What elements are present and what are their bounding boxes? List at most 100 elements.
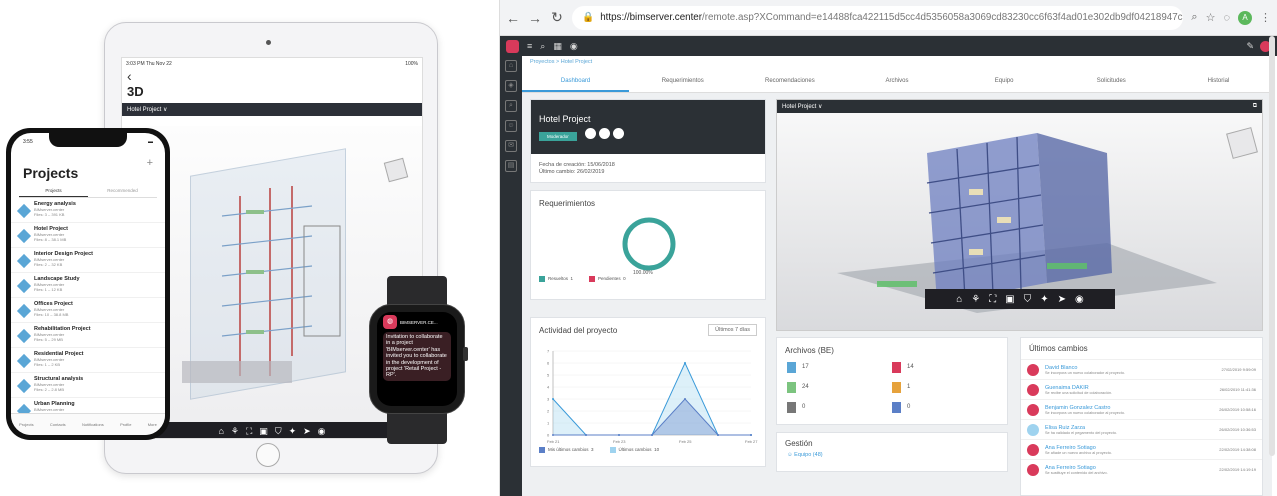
settings-icon[interactable] [613, 128, 625, 140]
extension-icon[interactable]: ◌ [1223, 12, 1230, 24]
file-type-ifc[interactable]: 17 [787, 357, 892, 377]
tab-recommended[interactable]: Recommended [88, 185, 157, 197]
tab-archivos[interactable]: Archivos [843, 69, 950, 92]
play-icon[interactable]: ◉ [1075, 294, 1084, 305]
list-item[interactable]: Interior Design Project BIMserver.center F… [11, 248, 165, 273]
x-tick-label: Feb 23 [613, 439, 626, 444]
home-icon[interactable]: ⌂ [218, 426, 223, 436]
bimserver-logo-icon[interactable] [506, 39, 519, 53]
play-icon[interactable]: ◉ [318, 426, 326, 437]
change-item[interactable]: Ana Ferreiro Sotiago Se añade un nuevo ar… [1021, 439, 1262, 459]
viewer-project-selector[interactable]: Hotel Project ∨ [782, 103, 822, 110]
list-item[interactable]: Residential Project BIMserver.center Files… [11, 348, 165, 373]
list-item[interactable]: Rehabilitation Project BIMserver.center Fi… [11, 323, 165, 348]
swatch [589, 276, 596, 282]
list-item[interactable]: Energy analysis BIMserver.center Files: 3 … [11, 198, 165, 223]
list-item[interactable]: Structural analysis BIMserver.center Files… [11, 373, 165, 398]
watch-notification-text[interactable]: Invitation to collaborate in a project '… [383, 332, 451, 381]
layers-icon[interactable]: ▣ [1005, 294, 1014, 305]
compass-icon[interactable]: ✦ [1040, 294, 1048, 305]
tab-projects[interactable]: Projects [19, 185, 88, 197]
list-item[interactable]: Hotel Project BIMserver.center Files: 8 – … [11, 223, 165, 248]
forward-arrow-icon[interactable]: → [528, 10, 542, 26]
model-viewer[interactable]: Hotel Project ∨ ⧉ ⌂ ⚘ ⛶ ▣ ⛉ ✦ ➤ ◉ [776, 99, 1263, 331]
sidebar-home-icon[interactable]: ⌂ [505, 60, 517, 72]
nav-profile[interactable]: Profile [120, 422, 131, 427]
filter-icon[interactable]: ⛉ [275, 426, 282, 437]
star-icon[interactable]: ☆ [1206, 11, 1216, 24]
zoom-icon[interactable]: ⌕ [1191, 11, 1197, 24]
add-icon[interactable]: + [147, 157, 153, 169]
project-files: Files: 1 – 12 KB [34, 287, 63, 292]
file-type-dxf[interactable]: 0 [787, 397, 892, 417]
grid-icon[interactable]: ▦ [553, 41, 562, 52]
tab-equipo[interactable]: Equipo [951, 69, 1058, 92]
activity-legend: Mis últimos cambios 3 Últimos cambios 10 [531, 447, 765, 453]
tab-requerimientos[interactable]: Requerimientos [629, 69, 736, 92]
address-bar[interactable]: 🔒 https://bimserver.center/remote.asp?XC… [572, 5, 1184, 30]
project-dates: Fecha de creación: 15/06/2018 Último cam… [531, 154, 765, 184]
watch-crown[interactable] [463, 347, 468, 361]
change-item[interactable]: Ana Ferreiro Sotiago Se sustituye el cont… [1021, 459, 1262, 479]
nav-notifications[interactable]: Notifications [82, 422, 104, 427]
zoom-fit-icon[interactable]: ⛶ [989, 294, 996, 305]
tab-recomendaciones[interactable]: Recomendaciones [736, 69, 843, 92]
ipad-home-button[interactable] [256, 443, 280, 467]
sidebar-search-icon[interactable]: ⌕ [505, 100, 517, 112]
ipad-project-selector[interactable]: Hotel Project ∨ [122, 103, 422, 116]
range-select[interactable]: Últimos 7 días [708, 324, 757, 336]
swatch [539, 276, 545, 282]
tab-historial[interactable]: Historial [1165, 69, 1272, 92]
nav-projects[interactable]: Projects [19, 422, 33, 427]
walk-icon[interactable]: ⚘ [231, 426, 239, 437]
change-item[interactable]: Guenaima DAKIR Se recibe una solicitud de… [1021, 379, 1262, 399]
view-icon[interactable] [599, 128, 611, 140]
tab-solicitudes[interactable]: Solicitudes [1058, 69, 1165, 92]
change-item[interactable]: David Blanco Se incorpora un nuevo colabo… [1021, 359, 1262, 379]
layers-icon[interactable]: ▣ [259, 426, 268, 437]
sidebar-contacts-icon[interactable]: ☺ [505, 120, 517, 132]
zoom-fit-icon[interactable]: ⛶ [246, 426, 252, 437]
file-type-gltf[interactable]: 24 [787, 377, 892, 397]
cursor-icon[interactable]: ➤ [303, 426, 311, 437]
url-host: https://bimserver.center [600, 11, 703, 23]
nav-contacts[interactable]: Contacts [50, 422, 66, 427]
activity-card: Actividad del proyecto Últimos 7 días 01… [530, 317, 766, 467]
list-item[interactable]: Landscape Study BIMserver.center Files: 1 … [11, 273, 165, 298]
iphone-device: 3:55 ▬ + Projects Projects Recommended E… [6, 128, 170, 440]
search-icon[interactable]: ⌕ [540, 41, 545, 52]
iphone-tab-bar: Projects Contacts Notifications Profile … [11, 413, 165, 435]
compass-icon[interactable]: ✦ [289, 426, 297, 437]
walk-icon[interactable]: ⚘ [971, 294, 980, 305]
y-tick-label: 2 [547, 409, 550, 414]
sidebar-projects-icon[interactable]: ◈ [505, 80, 517, 92]
reload-icon[interactable]: ↻ [550, 9, 564, 26]
change-item[interactable]: Elisa Ruiz Zarza Se ha validado el pegame… [1021, 419, 1262, 439]
change-item[interactable]: Benjamin Gonzalez Castro Se incorpora un … [1021, 399, 1262, 419]
tab-dashboard[interactable]: Dashboard [522, 69, 630, 92]
back-icon[interactable]: ‹ [122, 69, 422, 83]
file-type-pdf[interactable]: 14 [892, 357, 997, 377]
home-icon[interactable]: ⌂ [956, 294, 962, 305]
filter-icon[interactable]: ⛉ [1024, 294, 1032, 305]
sidebar-messages-icon[interactable]: ✉ [505, 140, 517, 152]
back-arrow-icon[interactable]: ← [506, 10, 520, 26]
cursor-icon[interactable]: ➤ [1058, 294, 1066, 305]
share-icon[interactable] [585, 128, 597, 140]
avatar [1027, 423, 1039, 436]
breadcrumb[interactable]: Proyectos > Hotel Project [522, 56, 1272, 69]
file-type-other[interactable]: 0 [892, 397, 997, 417]
page-scrollbar[interactable] [1269, 36, 1275, 456]
profile-avatar[interactable]: A [1238, 10, 1252, 25]
menu-kebab-icon[interactable]: ⋮ [1260, 11, 1271, 24]
team-link[interactable]: ☺ Equipo (48) [777, 452, 1007, 458]
external-link-icon[interactable]: ⧉ [1253, 103, 1257, 110]
list-item[interactable]: Offices Project BIMserver.center Files: 10… [11, 298, 165, 323]
nav-more[interactable]: More [148, 422, 157, 427]
sidebar-files-icon[interactable]: ▤ [505, 160, 517, 172]
hamburger-icon[interactable]: ≡ [527, 41, 532, 51]
wand-icon[interactable]: ✎ [1246, 41, 1254, 52]
project-files: Files: 8 – 38.1 MB [34, 237, 67, 242]
notification-center-icon[interactable]: ◉ [570, 41, 578, 52]
file-type-dwg[interactable]: 1 [892, 377, 997, 397]
